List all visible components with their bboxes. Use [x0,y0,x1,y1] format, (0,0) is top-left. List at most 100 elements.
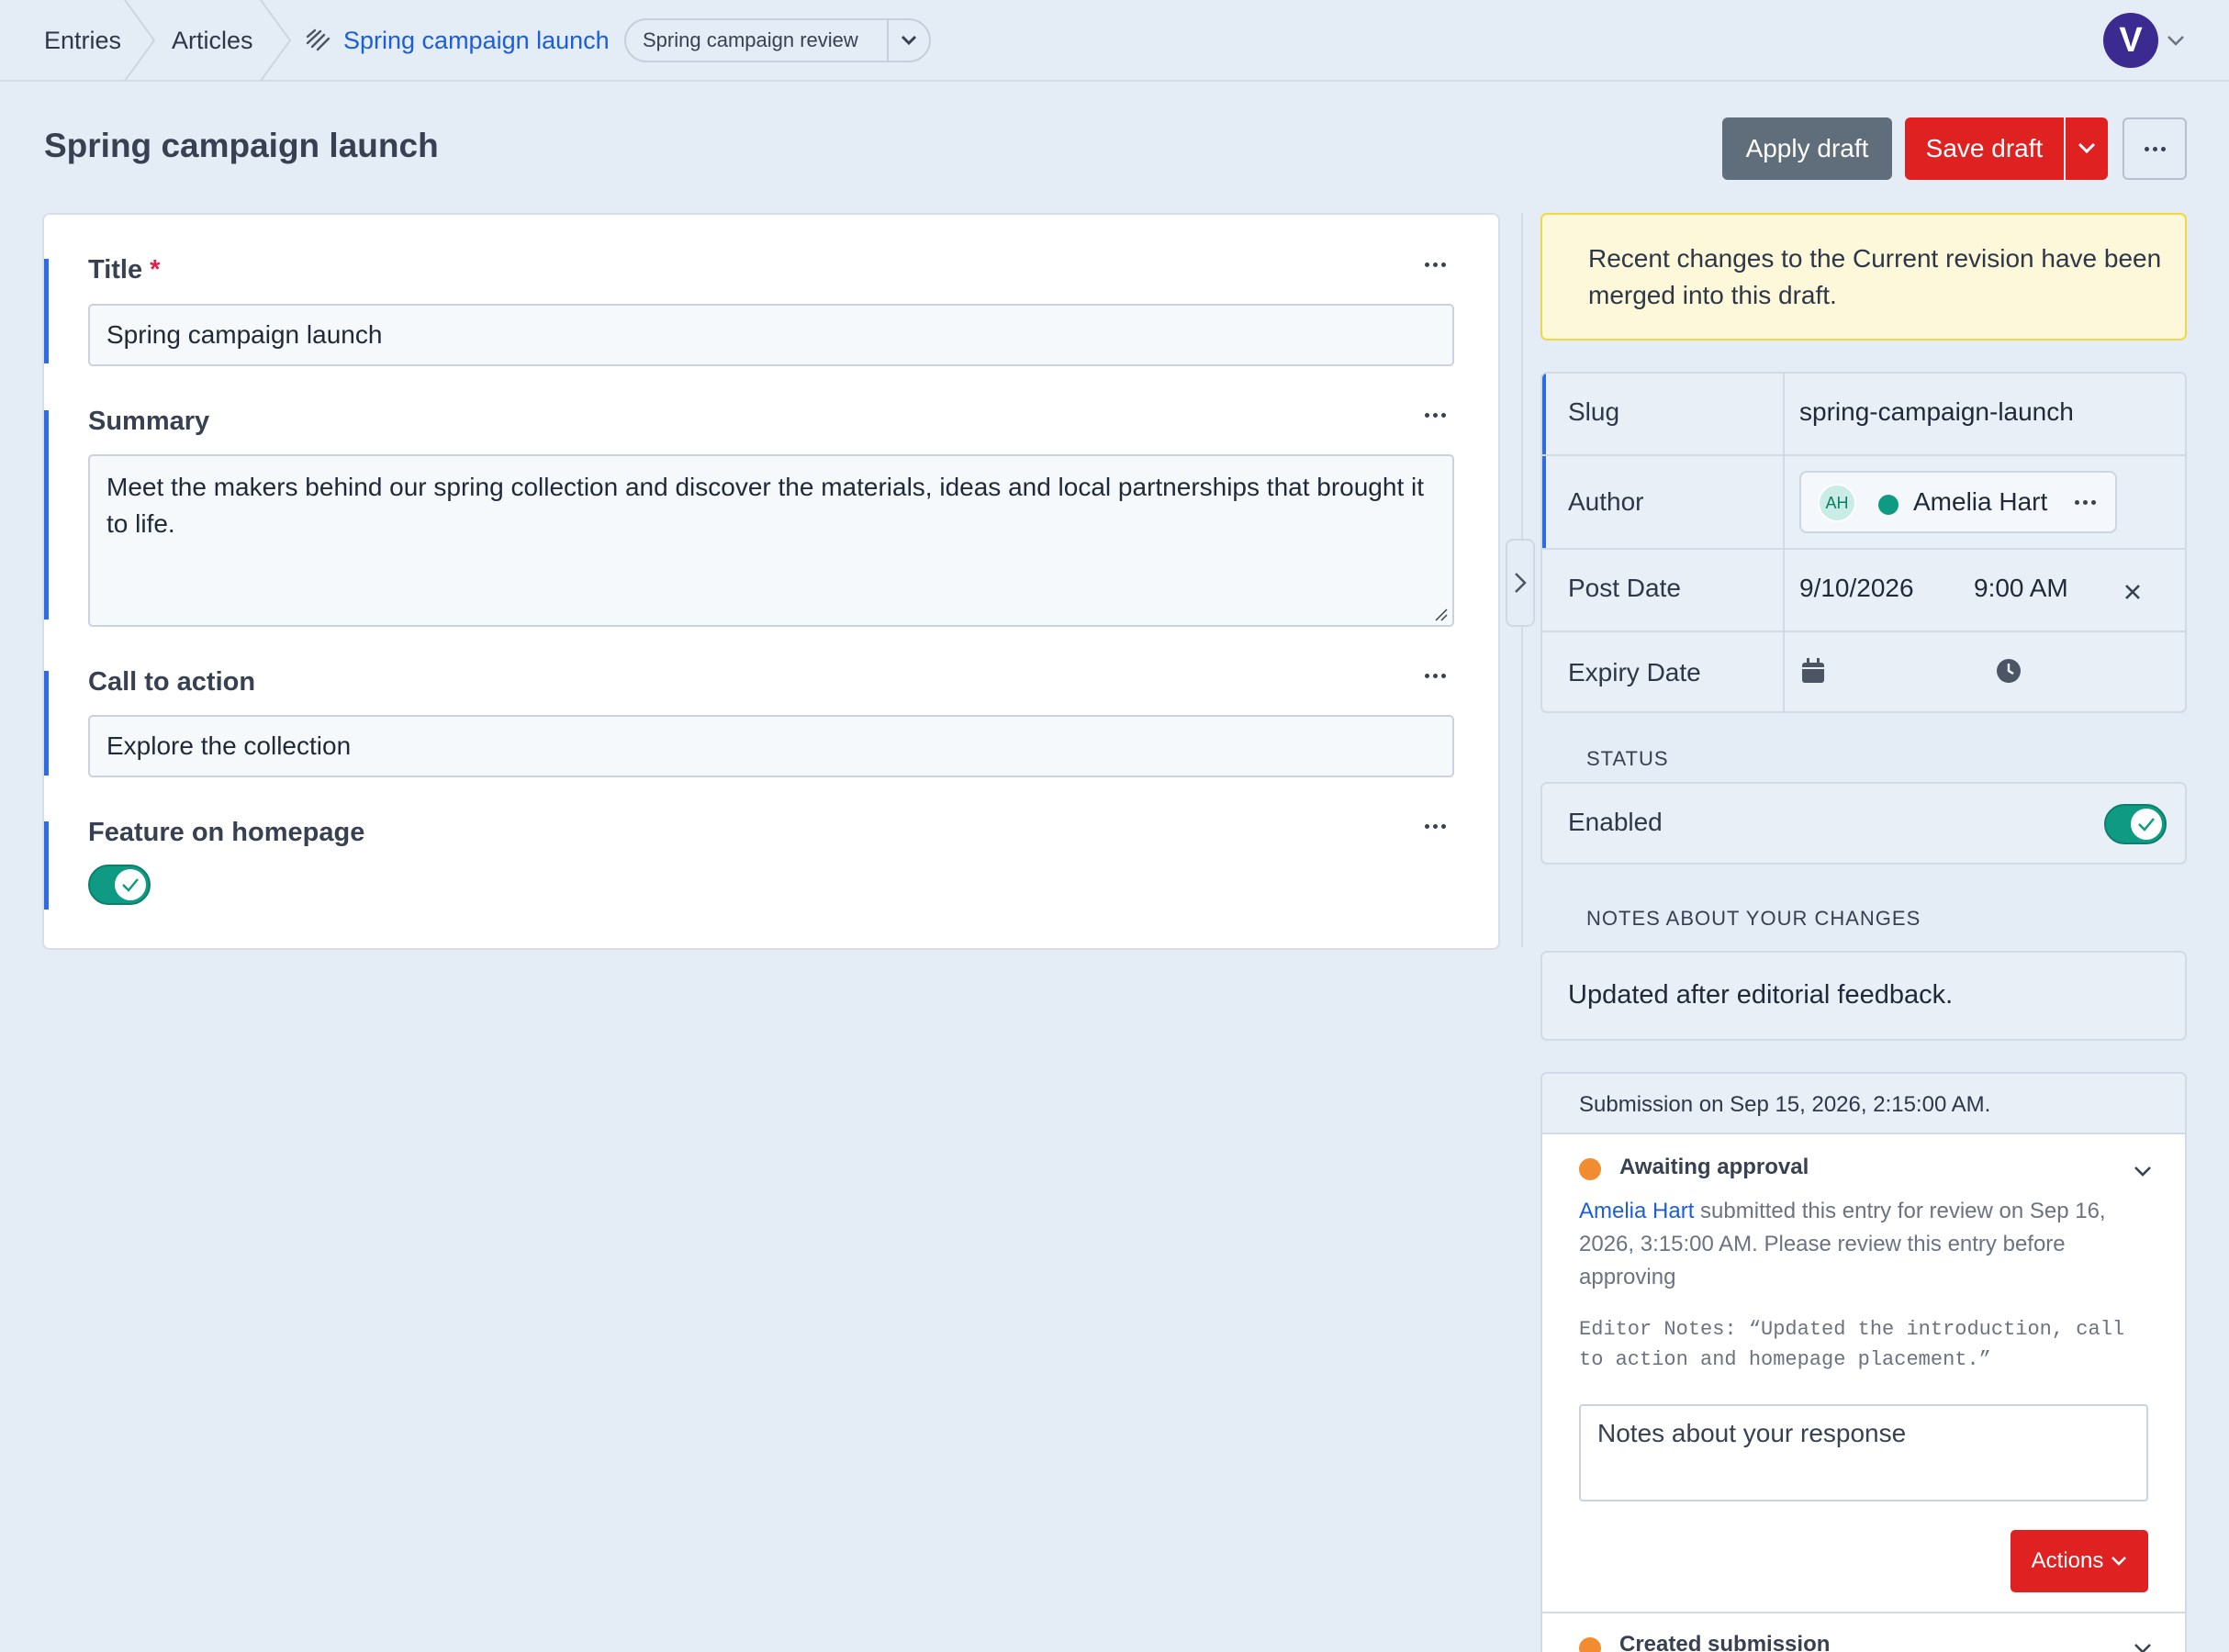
content-fields-card: Title * Spring campaign launch Summary M… [42,213,1500,950]
actions-button[interactable]: Actions [2011,1530,2148,1592]
breadcrumb-entries[interactable]: Entries [44,0,121,81]
title-label-text: Title [88,255,143,285]
title-field-menu[interactable] [1425,262,1446,267]
value-column [1783,632,1785,711]
avatar-letter: V [2119,20,2143,60]
apply-draft-button[interactable]: Apply draft [1722,117,1892,180]
check-icon [2131,809,2162,840]
ellipsis-icon [2144,146,2166,151]
meta-row-author: Author AH Amelia Hart [1542,456,2185,550]
clock-icon[interactable] [1996,658,2022,684]
chevron-right-icon [1515,573,1527,593]
breadcrumb-current[interactable]: Spring campaign launch [305,0,610,81]
slug-input[interactable]: spring-campaign-launch [1799,397,2074,427]
chevron-down-icon[interactable] [887,20,929,61]
collapse-sidebar-button[interactable] [1506,539,1535,627]
user-menu-chevron-icon[interactable] [2167,35,2185,48]
editor-notes: Editor Notes: “Updated the introduction,… [1579,1318,2125,1371]
chevron-down-icon[interactable] [2134,1166,2152,1178]
summary-field-label: Summary [88,407,210,436]
cta-field-label: Call to action [88,667,256,697]
submission-message: Amelia Hart submitted this entry for rev… [1579,1195,2148,1294]
entry-meta-panel: Slug spring-campaign-launch Author AH Am… [1540,372,2187,713]
slug-label: Slug [1568,397,1620,426]
page-title: Spring campaign launch [44,127,439,164]
title-input[interactable]: Spring campaign launch [88,304,1454,366]
save-draft-button[interactable]: Save draft [1905,117,2064,180]
summary-field-menu[interactable] [1425,413,1446,418]
step-divider [1542,1612,2185,1613]
check-icon [115,869,146,900]
breadcrumb-articles[interactable]: Articles [172,0,253,81]
author-name: Amelia Hart [1913,487,2048,516]
field-indicator [44,821,49,910]
title-field-label: Title * [88,255,160,285]
post-time-input[interactable]: 9:00 AM [1974,574,2068,603]
field-indicator [44,259,49,363]
created-status-dot [1579,1637,1601,1652]
ellipsis-icon [1425,674,1446,678]
user-avatar[interactable]: V [2103,13,2158,68]
submitter-link[interactable]: Amelia Hart [1579,1199,1694,1223]
clear-date-icon[interactable] [2123,583,2142,601]
field-indicator [1542,374,1546,454]
notes-heading: NOTES ABOUT YOUR CHANGES [1586,907,1921,930]
chevron-down-icon [2078,142,2096,154]
more-actions-button[interactable] [2123,117,2187,180]
breadcrumb-entries-label: Entries [44,26,122,54]
breadcrumb-separator [260,0,292,81]
change-notes-input[interactable]: Updated after editorial feedback. [1540,951,2187,1041]
field-indicator [1542,456,1546,548]
value-column [1783,374,1785,454]
breadcrumb-articles-label: Articles [172,26,253,54]
feature-field-menu[interactable] [1425,824,1446,829]
required-asterisk: * [150,255,161,285]
author-status-dot [1878,495,1899,515]
author-menu[interactable] [2075,500,2096,505]
field-indicator [44,410,49,620]
status-card: Enabled [1540,782,2187,865]
author-avatar: AH [1818,484,1856,522]
draft-selector-label: Spring campaign review [643,28,858,51]
ellipsis-icon [2075,500,2096,505]
value-column [1783,550,1785,631]
author-label: Author [1568,487,1644,516]
enabled-toggle[interactable] [2104,804,2167,844]
merge-notice: Recent changes to the Current revision h… [1540,213,2187,340]
feature-toggle[interactable] [88,865,151,905]
breadcrumb-current-label: Spring campaign launch [343,26,610,54]
status-heading: STATUS [1586,747,1669,770]
chevron-down-icon [2111,1557,2127,1566]
draft-scribble-icon [306,28,330,51]
submission-header: Submission on Sep 15, 2026, 2:15:00 AM. [1542,1074,2185,1134]
draft-selector[interactable]: Spring campaign review [624,18,931,62]
ellipsis-icon [1425,262,1446,267]
resize-handle-icon[interactable] [1434,608,1449,622]
actions-label: Actions [2031,1548,2104,1573]
meta-row-post-date: Post Date 9/10/2026 9:00 AM [1542,550,2185,632]
response-notes-input[interactable]: Notes about your response [1579,1404,2148,1501]
expiry-date-label: Expiry Date [1568,658,1701,686]
feature-field-label: Feature on homepage [88,818,365,847]
cta-input[interactable]: Explore the collection [88,715,1454,777]
chevron-down-icon[interactable] [2134,1643,2152,1652]
save-draft-menu-button[interactable] [2066,117,2108,180]
calendar-icon[interactable] [1801,658,1825,684]
meta-row-expiry-date: Expiry Date [1542,632,2185,711]
next-step-title: Created submission [1619,1632,1831,1652]
pending-status-dot [1579,1158,1601,1180]
status-label: Enabled [1568,808,1663,836]
ellipsis-icon [1425,824,1446,829]
cta-field-menu[interactable] [1425,674,1446,678]
post-date-input[interactable]: 9/10/2026 [1799,574,1914,603]
post-date-label: Post Date [1568,574,1681,602]
summary-textarea[interactable]: Meet the makers behind our spring collec… [88,454,1454,627]
value-column [1783,456,1785,548]
breadcrumb-separator [124,0,156,81]
ellipsis-icon [1425,413,1446,418]
step-title: Awaiting approval [1619,1155,1809,1179]
top-bar: Entries Articles Spring campaign launch … [0,0,2229,82]
field-indicator [44,671,49,776]
submission-panel: Submission on Sep 15, 2026, 2:15:00 AM. … [1540,1072,2187,1652]
author-chip[interactable]: AH Amelia Hart [1799,471,2117,533]
